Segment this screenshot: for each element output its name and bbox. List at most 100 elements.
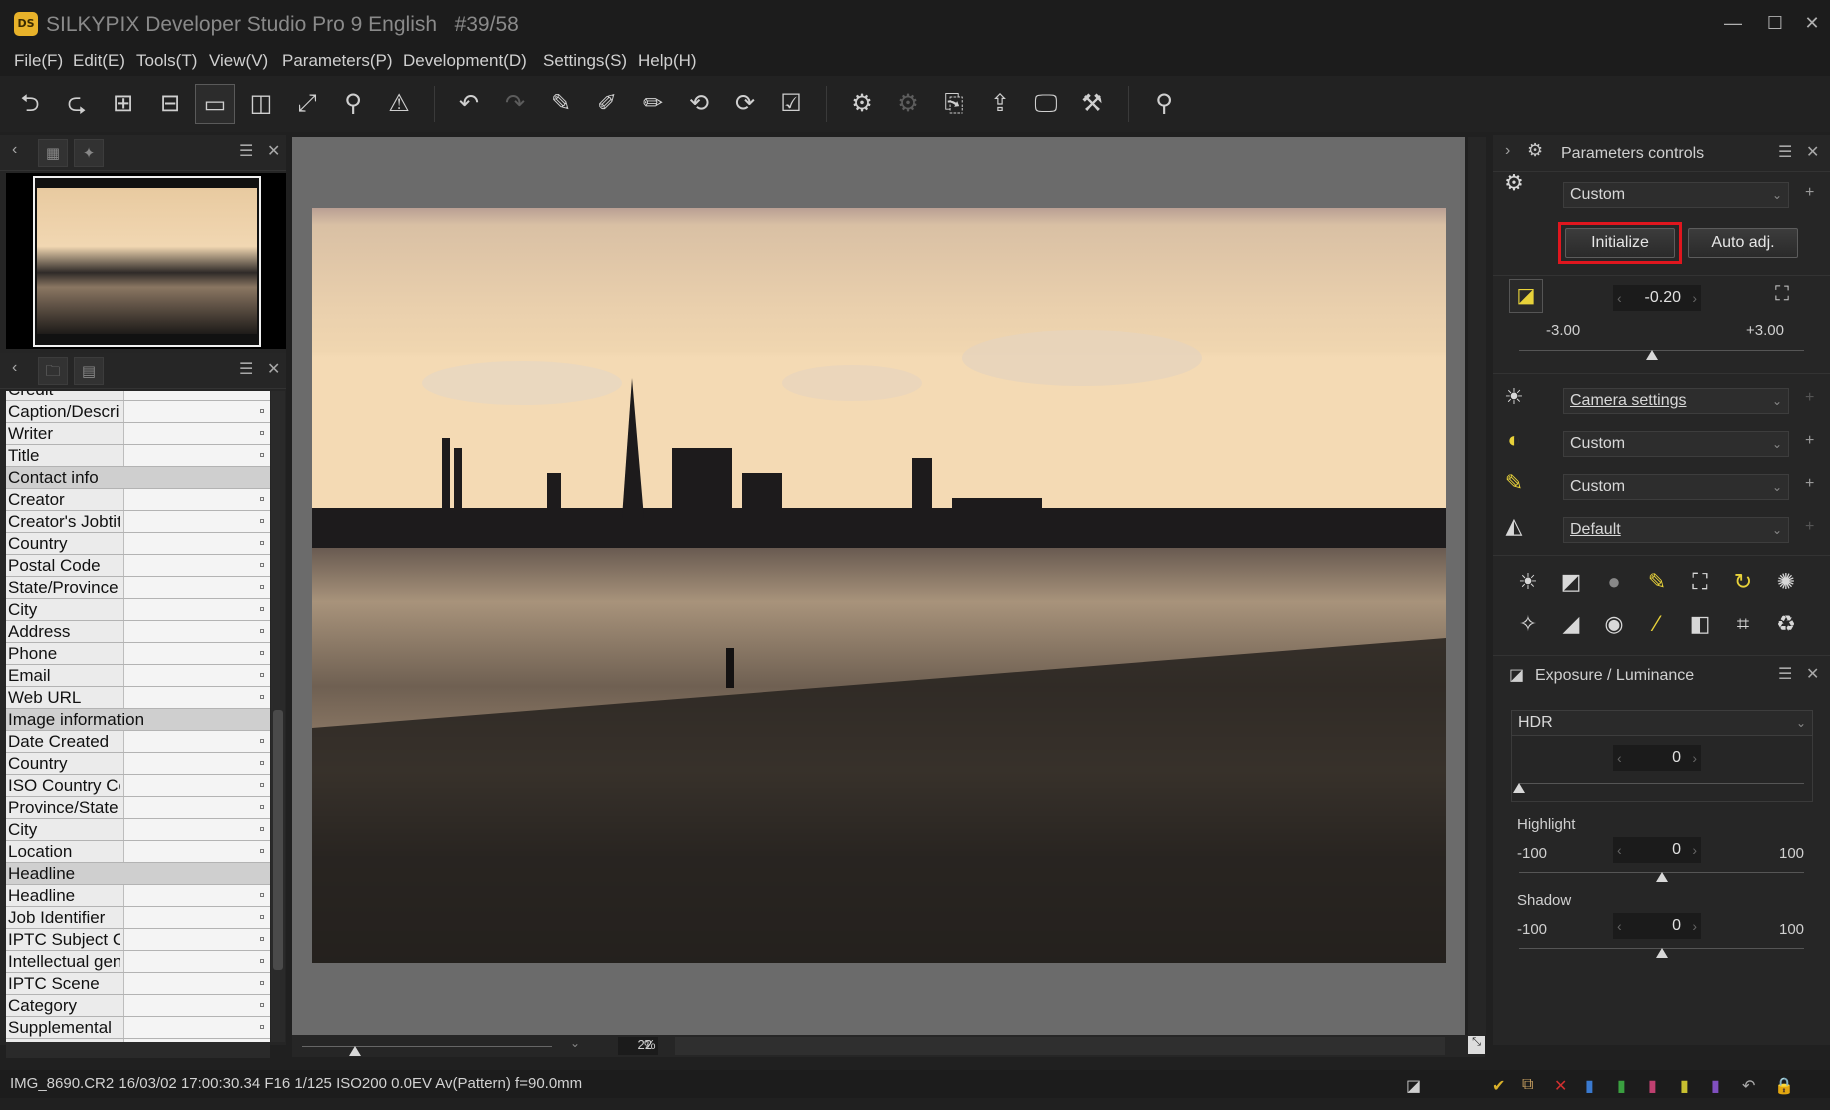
revert-icon[interactable]: ↶ (1742, 1076, 1755, 1096)
menu-edit[interactable]: Edit(E) (73, 51, 125, 71)
iptc-edit-icon[interactable] (260, 827, 264, 831)
iptc-value-field[interactable] (123, 731, 270, 752)
iptc-edit-icon[interactable] (260, 937, 264, 941)
dodge-icon[interactable]: ✧ (1513, 609, 1543, 639)
settings-tool-icon[interactable]: ✺ (1771, 567, 1801, 597)
iptc-row[interactable]: Email (6, 665, 270, 687)
thumbnail-view-icon[interactable]: ⊞ (103, 84, 143, 124)
rotate-left-icon[interactable]: ⟲ (679, 84, 719, 124)
preview-single-icon[interactable]: ▭ (195, 84, 235, 124)
thumbnail-preview-icon[interactable]: ⊟ (150, 84, 190, 124)
iptc-value-field[interactable] (123, 643, 270, 664)
mark-icon[interactable]: ☑ (771, 84, 811, 124)
share-icon[interactable]: ⇪ (980, 84, 1020, 124)
color-tool-icon[interactable]: ✎ (1642, 567, 1672, 597)
iptc-tab-icon[interactable]: ▤ (74, 357, 104, 385)
iptc-hscrollbar[interactable] (6, 1042, 270, 1058)
iptc-value-field[interactable] (123, 599, 270, 620)
iptc-value-field[interactable] (123, 1017, 270, 1038)
iptc-row[interactable]: Credit (6, 391, 270, 401)
iptc-edit-icon[interactable] (260, 629, 264, 633)
menu-parameters[interactable]: Parameters(P) (282, 51, 393, 71)
iptc-value-field[interactable] (123, 401, 270, 422)
shadow-slider-knob[interactable] (1655, 948, 1668, 958)
exposure-bias-spinner[interactable]: ‹ -0.20 › (1613, 285, 1701, 311)
lens-icon[interactable]: ⛶ (1685, 567, 1715, 597)
iptc-edit-icon[interactable] (260, 673, 264, 677)
iptc-value-field[interactable] (123, 951, 270, 972)
iptc-value-field[interactable] (123, 885, 270, 906)
navigator-tab-icon[interactable]: ✦ (74, 139, 104, 167)
iptc-row[interactable]: Job Identifier (6, 907, 270, 929)
iptc-edit-icon[interactable] (260, 1025, 264, 1029)
noise-icon[interactable]: ● (1599, 567, 1629, 597)
close-button[interactable]: ✕ (1795, 8, 1829, 38)
zoom-icon[interactable]: ⚲ (333, 84, 373, 124)
brush-icon[interactable]: ⁄ (1642, 609, 1672, 639)
iptc-value-field[interactable] (123, 391, 270, 400)
iptc-edit-icon[interactable] (260, 915, 264, 919)
iptc-value-field[interactable] (123, 577, 270, 598)
compare-view-icon[interactable]: ◫ (241, 84, 281, 124)
iptc-value-field[interactable] (123, 819, 270, 840)
iptc-value-field[interactable] (123, 511, 270, 532)
menu-help[interactable]: Help(H) (638, 51, 697, 71)
exposure-slider-knob[interactable] (1646, 350, 1658, 360)
info-panel-close-icon[interactable]: ✕ (267, 359, 280, 379)
redo-icon[interactable]: ↷ (495, 84, 535, 124)
iptc-row[interactable]: ISO Country Code (6, 775, 270, 797)
thumbnail-tab-icon[interactable]: ▦ (38, 139, 68, 167)
iptc-value-field[interactable] (123, 775, 270, 796)
iptc-value-field[interactable] (123, 665, 270, 686)
panel-menu-icon[interactable]: ☰ (239, 141, 253, 161)
wb-add-icon[interactable]: + (1805, 389, 1814, 407)
iptc-row[interactable]: City (6, 599, 270, 621)
monitor-icon[interactable]: 🖵 (1026, 84, 1066, 124)
iptc-edit-icon[interactable] (260, 607, 264, 611)
tone-add-icon[interactable]: + (1805, 432, 1814, 450)
status-note-icon[interactable]: ◪ (1406, 1076, 1421, 1096)
hdr-spinner[interactable]: ‹ 0 › (1613, 745, 1701, 771)
iptc-edit-icon[interactable] (260, 651, 264, 655)
menu-view[interactable]: View(V) (209, 51, 268, 71)
iptc-row[interactable]: Supplemental (6, 1017, 270, 1039)
iptc-value-field[interactable] (123, 687, 270, 708)
iptc-value-field[interactable] (123, 555, 270, 576)
thumbnail-image[interactable] (37, 188, 257, 334)
reject-mark-icon[interactable]: ✕ (1554, 1076, 1567, 1096)
iptc-edit-icon[interactable] (260, 541, 264, 545)
params-menu-icon[interactable]: ☰ (1778, 142, 1792, 162)
iptc-row[interactable]: Date Created (6, 731, 270, 753)
color-dropdown[interactable]: Custom ⌄ (1563, 474, 1789, 500)
batch-develop-icon[interactable]: ⚙ (888, 84, 928, 124)
iptc-edit-icon[interactable] (260, 849, 264, 853)
zoom-dropdown-icon[interactable]: ⌄ (570, 1036, 580, 1050)
iptc-row[interactable]: Province/State (6, 797, 270, 819)
iptc-edit-icon[interactable] (260, 409, 264, 413)
preview-vscrollbar[interactable] (1468, 137, 1486, 1035)
auto-adj-button[interactable]: Auto adj. (1688, 228, 1798, 258)
copy-params-icon[interactable]: ✎ (541, 84, 581, 124)
menu-development[interactable]: Development(D) (403, 51, 527, 71)
sharpness-dropdown[interactable]: Default ⌄ (1563, 517, 1789, 543)
iptc-value-field[interactable] (123, 841, 270, 862)
fit-icon[interactable]: ⤡ (1468, 1036, 1485, 1054)
maximize-button[interactable]: ☐ (1753, 8, 1797, 38)
zoom-slider-knob[interactable] (349, 1046, 361, 1056)
preview-hscrollbar[interactable] (675, 1037, 1445, 1055)
iptc-edit-icon[interactable] (260, 431, 264, 435)
iptc-edit-icon[interactable] (260, 805, 264, 809)
iptc-row[interactable]: Headline (6, 885, 270, 907)
blue-tag-icon[interactable]: ▮ (1585, 1076, 1594, 1096)
taste-preset-dropdown[interactable]: Custom ⌄ (1563, 182, 1789, 208)
iptc-value-field[interactable] (123, 929, 270, 950)
iptc-edit-icon[interactable] (260, 497, 264, 501)
params-close-icon[interactable]: ✕ (1806, 142, 1819, 162)
tone-curve-icon[interactable]: ◩ (1556, 567, 1586, 597)
exposure-slider-track[interactable] (1519, 350, 1804, 351)
iptc-row[interactable]: IPTC Scene (6, 973, 270, 995)
red-tag-icon[interactable]: ▮ (1648, 1076, 1657, 1096)
hdr-slider-knob[interactable] (1513, 783, 1525, 793)
highlight-spinner[interactable]: ‹ 0 › (1613, 837, 1701, 863)
preview-photo[interactable] (312, 208, 1446, 963)
